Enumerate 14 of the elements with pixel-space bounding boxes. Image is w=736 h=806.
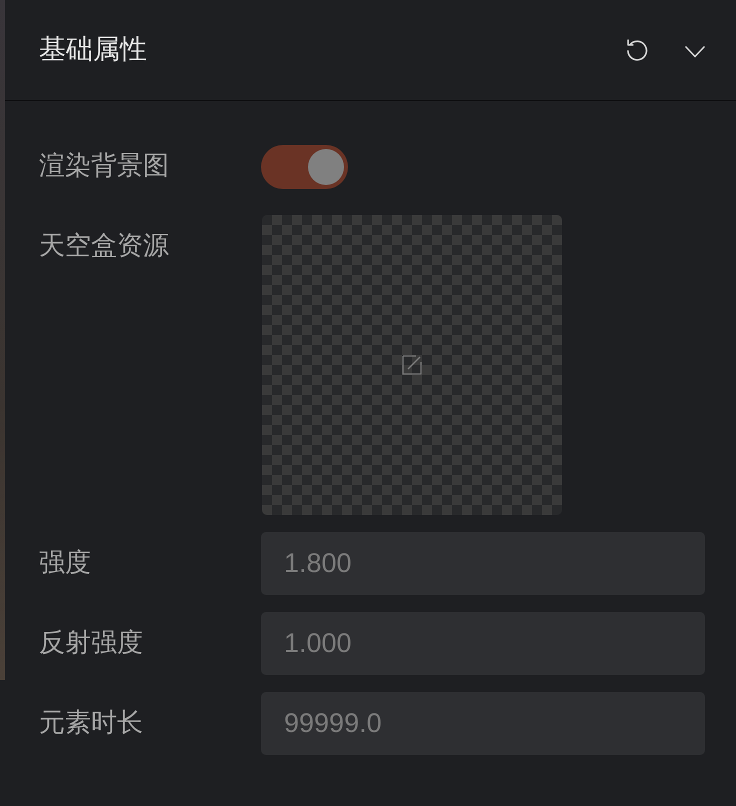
toggle-switch[interactable]	[261, 144, 348, 188]
input-field[interactable]: 99999.0	[261, 692, 705, 755]
input-field[interactable]: 1.000	[261, 612, 705, 675]
section-title: 基础属性	[39, 34, 148, 66]
field-label: 强度	[39, 547, 92, 580]
input-field[interactable]: 1.800	[261, 532, 705, 595]
field-label: 反射强度	[39, 627, 144, 660]
chevron-icon[interactable]	[685, 46, 705, 58]
asset-picker-field[interactable]	[262, 215, 562, 515]
field-label: 元素时长	[39, 707, 144, 740]
reset-icon[interactable]	[626, 39, 648, 61]
edit-icon[interactable]	[402, 355, 422, 375]
field-label: 渲染背景图	[39, 150, 170, 183]
field-label: 天空盒资源	[39, 230, 170, 263]
